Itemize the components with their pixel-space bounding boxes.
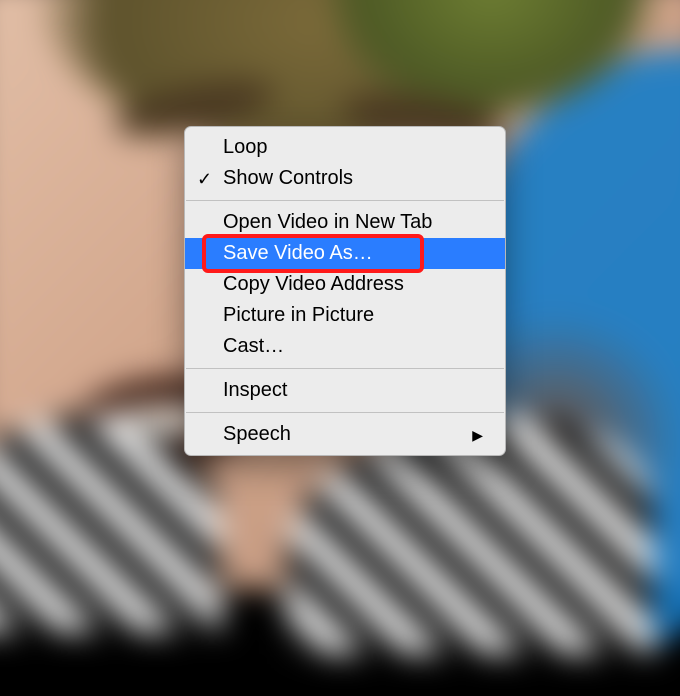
- menu-separator: [186, 200, 504, 201]
- menu-separator: [186, 412, 504, 413]
- menu-item-label: Show Controls: [223, 167, 353, 190]
- menu-item-label: Loop: [223, 136, 268, 159]
- menu-item-save-video-as[interactable]: Save Video As…: [185, 238, 505, 269]
- menu-item-label: Cast…: [223, 335, 284, 358]
- menu-item-open-video-in-new-tab[interactable]: Open Video in New Tab: [185, 207, 505, 238]
- menu-item-label: Inspect: [223, 379, 287, 402]
- submenu-arrow-icon: ▶: [472, 428, 483, 442]
- video-context-menu: Loop ✓ Show Controls Open Video in New Tab S…: [184, 126, 506, 456]
- menu-item-show-controls[interactable]: ✓ Show Controls: [185, 163, 505, 194]
- checkmark-icon: ✓: [197, 170, 212, 188]
- menu-item-label: Save Video As…: [223, 242, 373, 265]
- menu-item-label: Picture in Picture: [223, 304, 374, 327]
- menu-item-label: Speech: [223, 423, 291, 446]
- menu-item-label: Copy Video Address: [223, 273, 404, 296]
- menu-item-picture-in-picture[interactable]: Picture in Picture: [185, 300, 505, 331]
- menu-item-cast[interactable]: Cast…: [185, 331, 505, 362]
- menu-item-copy-video-address[interactable]: Copy Video Address: [185, 269, 505, 300]
- menu-item-speech[interactable]: Speech ▶: [185, 419, 505, 450]
- menu-item-label: Open Video in New Tab: [223, 211, 432, 234]
- menu-item-loop[interactable]: Loop: [185, 132, 505, 163]
- menu-separator: [186, 368, 504, 369]
- menu-item-inspect[interactable]: Inspect: [185, 375, 505, 406]
